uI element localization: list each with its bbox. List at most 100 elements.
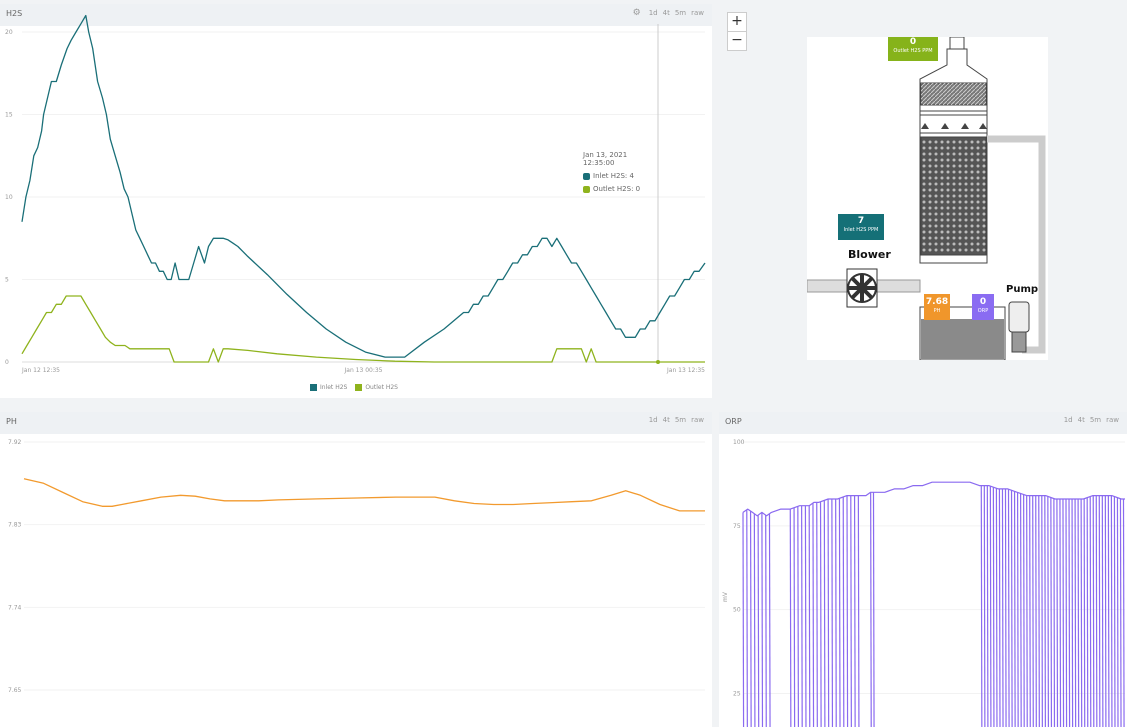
orp-spike bbox=[989, 486, 992, 727]
legend-outlet-label: Outlet H2S bbox=[365, 384, 398, 391]
orp-spike bbox=[1059, 498, 1062, 727]
orp-spike bbox=[1086, 497, 1089, 727]
orp-spike bbox=[1047, 496, 1050, 727]
ph-series bbox=[23, 478, 705, 512]
orp-spike bbox=[857, 495, 860, 727]
scrubber-diagram: 0 Outlet H2S PPM 7 Inlet H2S PPM Blower … bbox=[807, 37, 1048, 360]
orp-spike bbox=[1065, 498, 1068, 727]
zoom-out-button[interactable]: − bbox=[727, 31, 747, 51]
legend-outlet-swatch bbox=[355, 384, 363, 391]
orp-spike bbox=[838, 498, 841, 727]
orp-spike bbox=[992, 487, 995, 727]
tooltip-inlet: Inlet H2S: 4 bbox=[593, 172, 634, 180]
orp-spike bbox=[1010, 490, 1013, 727]
tooltip-time: Jan 13, 2021 12:35:00 bbox=[583, 151, 628, 167]
tooltip-outlet-row: Outlet H2S: 0 bbox=[583, 185, 658, 193]
y-tick-label: 0 bbox=[5, 359, 9, 366]
chart-tooltip: Jan 13, 2021 12:35:00 Inlet H2S: 4 Outle… bbox=[583, 151, 658, 193]
ph-chart[interactable]: 7.92 7.83 7.74 7.65 bbox=[0, 412, 712, 727]
inlet-h2s-tag: 7 Inlet H2S PPM bbox=[838, 214, 884, 240]
orp-spike bbox=[1074, 498, 1077, 727]
legend-inlet[interactable]: Inlet H2S bbox=[310, 384, 347, 391]
orp-spike bbox=[835, 498, 837, 727]
orp-tag: 0 ORP bbox=[972, 294, 994, 320]
orp-spike bbox=[1016, 492, 1019, 727]
orp-spike bbox=[1101, 495, 1104, 727]
orp-spike bbox=[819, 501, 822, 727]
orp-spike bbox=[1041, 495, 1043, 727]
orp-spike bbox=[1029, 495, 1031, 727]
orp-spike bbox=[1089, 496, 1092, 727]
inlet-swatch bbox=[583, 172, 590, 180]
legend-outlet[interactable]: Outlet H2S bbox=[355, 384, 398, 391]
zoom-in-button[interactable]: + bbox=[727, 12, 747, 32]
orp-spike bbox=[793, 507, 796, 727]
crosshair-point bbox=[656, 360, 660, 364]
blower-label: Blower bbox=[848, 248, 891, 261]
legend-inlet-swatch bbox=[310, 384, 317, 391]
orp-spike bbox=[804, 505, 807, 727]
y-tick-label: 7.65 bbox=[8, 687, 22, 694]
orp-spike bbox=[846, 495, 849, 727]
orp-spike bbox=[872, 492, 875, 727]
orp-spike bbox=[850, 495, 852, 727]
pump-label: Pump bbox=[1006, 284, 1039, 295]
orp-spike bbox=[1098, 495, 1101, 727]
x-tick-label: Jan 13 00:35 bbox=[344, 367, 383, 374]
orp-spike bbox=[1056, 498, 1059, 727]
orp-spike bbox=[842, 496, 845, 727]
y-tick-label: 25 bbox=[733, 690, 741, 697]
orp-chart[interactable]: 100 75 50 25 mV bbox=[719, 412, 1127, 727]
orp-spike bbox=[983, 485, 986, 727]
orp-series bbox=[742, 481, 1125, 517]
orp-spike bbox=[1083, 498, 1086, 727]
orp-spike bbox=[1119, 498, 1122, 727]
orp-spike bbox=[789, 509, 792, 727]
y-tick-label: 10 bbox=[5, 194, 13, 201]
orp-spike bbox=[1020, 493, 1022, 727]
orp-spike bbox=[1053, 498, 1056, 727]
outlet-h2s-label: Outlet H2S PPM bbox=[893, 48, 933, 54]
orp-spike bbox=[1095, 495, 1098, 727]
orp-spike bbox=[749, 511, 752, 727]
h2s-chart[interactable]: 0 5 10 15 20 Jan 12 12:35 Jan 13 00:35 Jan 13 1… bbox=[0, 4, 712, 398]
orp-spike bbox=[1122, 498, 1125, 727]
inlet-h2s-value: 7 bbox=[857, 216, 865, 226]
orp-spike bbox=[1023, 494, 1025, 727]
orp-spike bbox=[1026, 495, 1028, 727]
y-tick-label: 20 bbox=[5, 29, 13, 36]
orp-spike bbox=[1035, 495, 1037, 727]
orp-spike bbox=[816, 502, 818, 727]
orp-spike bbox=[1077, 498, 1080, 727]
ph-tag: 7.68 PH bbox=[924, 294, 950, 320]
ph-tag-label: PH bbox=[933, 308, 941, 314]
y-tick-label: 50 bbox=[733, 607, 741, 614]
orp-spike bbox=[1071, 498, 1074, 727]
orp-spike bbox=[801, 505, 803, 727]
outlet-swatch bbox=[583, 185, 590, 193]
y-axis-label: mV bbox=[722, 591, 729, 602]
orp-spike bbox=[1013, 491, 1016, 727]
orp-spike bbox=[1032, 495, 1034, 727]
orp-spike bbox=[827, 498, 830, 727]
orp-spike bbox=[761, 512, 764, 727]
orp-spike bbox=[1068, 498, 1071, 727]
orp-spike bbox=[1107, 495, 1110, 727]
y-tick-label: 100 bbox=[733, 439, 745, 446]
orp-spike bbox=[995, 488, 998, 727]
orp-spike bbox=[831, 498, 834, 727]
orp-spike bbox=[1104, 495, 1107, 727]
orp-spike bbox=[742, 512, 745, 727]
orp-spike bbox=[797, 506, 800, 727]
y-tick-label: 7.92 bbox=[8, 439, 22, 446]
orp-spike bbox=[998, 488, 1001, 727]
y-tick-label: 7.83 bbox=[8, 522, 22, 529]
outlet-h2s-value: 0 bbox=[909, 37, 917, 47]
y-tick-label: 75 bbox=[733, 523, 741, 530]
x-tick-label: Jan 12 12:35 bbox=[21, 367, 60, 374]
orp-spike bbox=[986, 485, 989, 727]
ph-panel: PH 1d 4t 5m raw 7.92 7.83 7.74 7.65 bbox=[0, 412, 712, 727]
orp-spike bbox=[757, 515, 760, 727]
tooltip-inlet-row: Inlet H2S: 4 bbox=[583, 172, 658, 180]
x-tick-label: Jan 13 12:35 bbox=[666, 367, 705, 374]
